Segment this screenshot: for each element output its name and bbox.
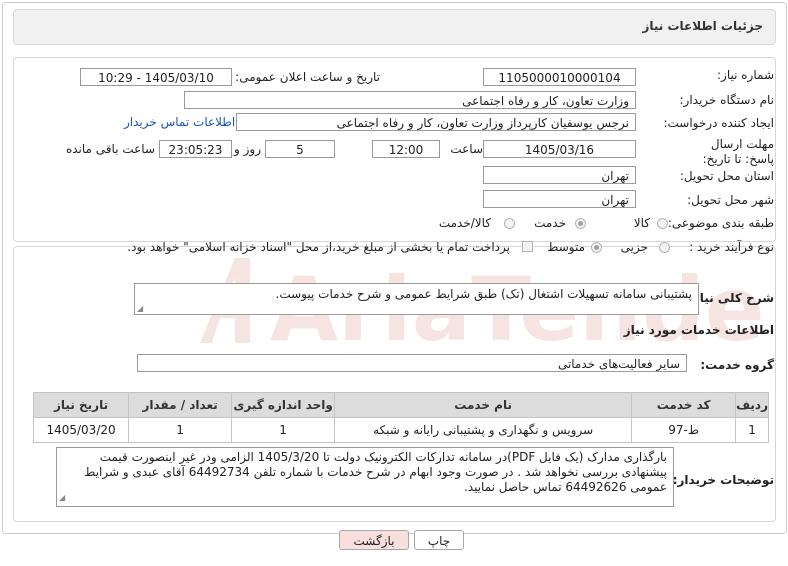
category-label: طبقه بندی موضوعی:	[667, 216, 774, 230]
province-field: تهران	[483, 166, 636, 184]
cell-row: 1	[735, 417, 769, 443]
resize-grip-icon[interactable]: ◢	[137, 304, 143, 313]
deadline-date-field: 1405/03/16	[483, 140, 636, 158]
category-radio-goods-service[interactable]	[504, 218, 515, 229]
back-button[interactable]: بازگشت	[339, 530, 409, 550]
panel-title: جزئیات اطلاعات نیاز	[642, 19, 763, 33]
creator-field: نرجس یوسفیان کارپرداز وزارت تعاون، کار و…	[236, 113, 636, 131]
category-option-service: خدمت	[534, 216, 566, 230]
treasury-checkbox[interactable]	[522, 241, 533, 252]
table-header-row: ردیف کد خدمت نام خدمت واحد اندازه گیری ت…	[32, 392, 769, 418]
cell-name: سرویس و نگهداری و پشتیبانی رایانه و شبکه	[334, 417, 633, 443]
summary-label: شرح کلی نیاز:	[688, 291, 774, 305]
remaining-time-field: 23:05:23	[159, 140, 232, 158]
category-radio-service[interactable]	[575, 218, 586, 229]
process-radio-medium[interactable]	[591, 242, 602, 253]
process-radio-minor[interactable]	[659, 242, 670, 253]
service-group-field: سایر فعالیت‌های خدماتی	[137, 354, 687, 372]
remaining-label: ساعت باقی مانده	[65, 142, 155, 156]
cell-code: ط-97	[631, 417, 737, 443]
announce-label: تاریخ و ساعت اعلان عمومی:	[235, 70, 380, 84]
buyer-org-label: نام دستگاه خریدار:	[679, 93, 775, 107]
col-header-name: نام خدمت	[334, 392, 633, 418]
city-field: تهران	[483, 190, 636, 208]
need-number-label: شماره نیاز:	[717, 68, 774, 82]
category-radio-goods[interactable]	[657, 218, 668, 229]
days-field: 5	[265, 140, 335, 158]
process-option-medium: متوسط	[547, 240, 585, 254]
need-number-field: 1105000010000104	[483, 68, 636, 86]
summary-field: پشتیبانی سامانه تسهیلات اشتغال (تک) طبق …	[134, 283, 699, 315]
deadline-time-label: ساعت	[450, 142, 483, 156]
category-option-goods: کالا	[633, 216, 650, 230]
buyer-contact-link[interactable]: اطلاعات تماس خریدار	[124, 115, 235, 129]
days-label: روز و	[234, 142, 261, 156]
col-header-row: ردیف	[735, 392, 769, 418]
category-option-goods-service: کالا/خدمت	[438, 216, 491, 230]
city-label: شهر محل تحویل:	[687, 193, 774, 207]
summary-text: پشتیبانی سامانه تسهیلات اشتغال (تک) طبق …	[275, 287, 692, 301]
buyer-org-field: وزارت تعاون، کار و رفاه اجتماعی	[184, 91, 636, 109]
buyer-notes-field: بارگذاری مدارک (یک فایل PDF)در سامانه تد…	[56, 447, 674, 507]
deadline-time-field: 12:00	[372, 140, 440, 158]
col-header-unit: واحد اندازه گیری	[231, 392, 336, 418]
cell-quantity: 1	[128, 417, 233, 443]
deadline-label: مهلت ارسال پاسخ: تا تاریخ:	[702, 137, 774, 166]
cell-date: 1405/03/20	[32, 417, 130, 443]
resize-grip-icon[interactable]: ◢	[59, 490, 65, 505]
col-header-quantity: تعداد / مقدار	[128, 392, 233, 418]
cell-unit: 1	[231, 417, 336, 443]
panel-header: جزئیات اطلاعات نیاز	[13, 9, 776, 45]
table-row: 1 ط-97 سرویس و نگهداری و پشتیبانی رایانه…	[32, 417, 769, 443]
process-option-minor: جزیی	[620, 240, 648, 254]
buyer-notes-text: بارگذاری مدارک (یک فایل PDF)در سامانه تد…	[84, 450, 667, 494]
announce-field: 1405/03/10 - 10:29	[80, 68, 232, 86]
process-label: نوع فرآیند خرید :	[689, 240, 774, 254]
services-section-title: اطلاعات خدمات مورد نیاز	[623, 323, 774, 337]
services-table: ردیف کد خدمت نام خدمت واحد اندازه گیری ت…	[32, 392, 769, 443]
col-header-date: تاریخ نیاز	[32, 392, 130, 418]
payment-note: پرداخت تمام یا بخشی از مبلغ خرید،از محل …	[127, 240, 510, 254]
print-button[interactable]: چاپ	[414, 530, 464, 550]
buyer-notes-label: توضیحات خریدار:	[672, 473, 774, 487]
col-header-code: کد خدمت	[631, 392, 737, 418]
creator-label: ایجاد کننده درخواست:	[663, 116, 774, 130]
province-label: استان محل تحویل:	[679, 169, 774, 183]
service-group-label: گروه خدمت:	[700, 358, 774, 372]
